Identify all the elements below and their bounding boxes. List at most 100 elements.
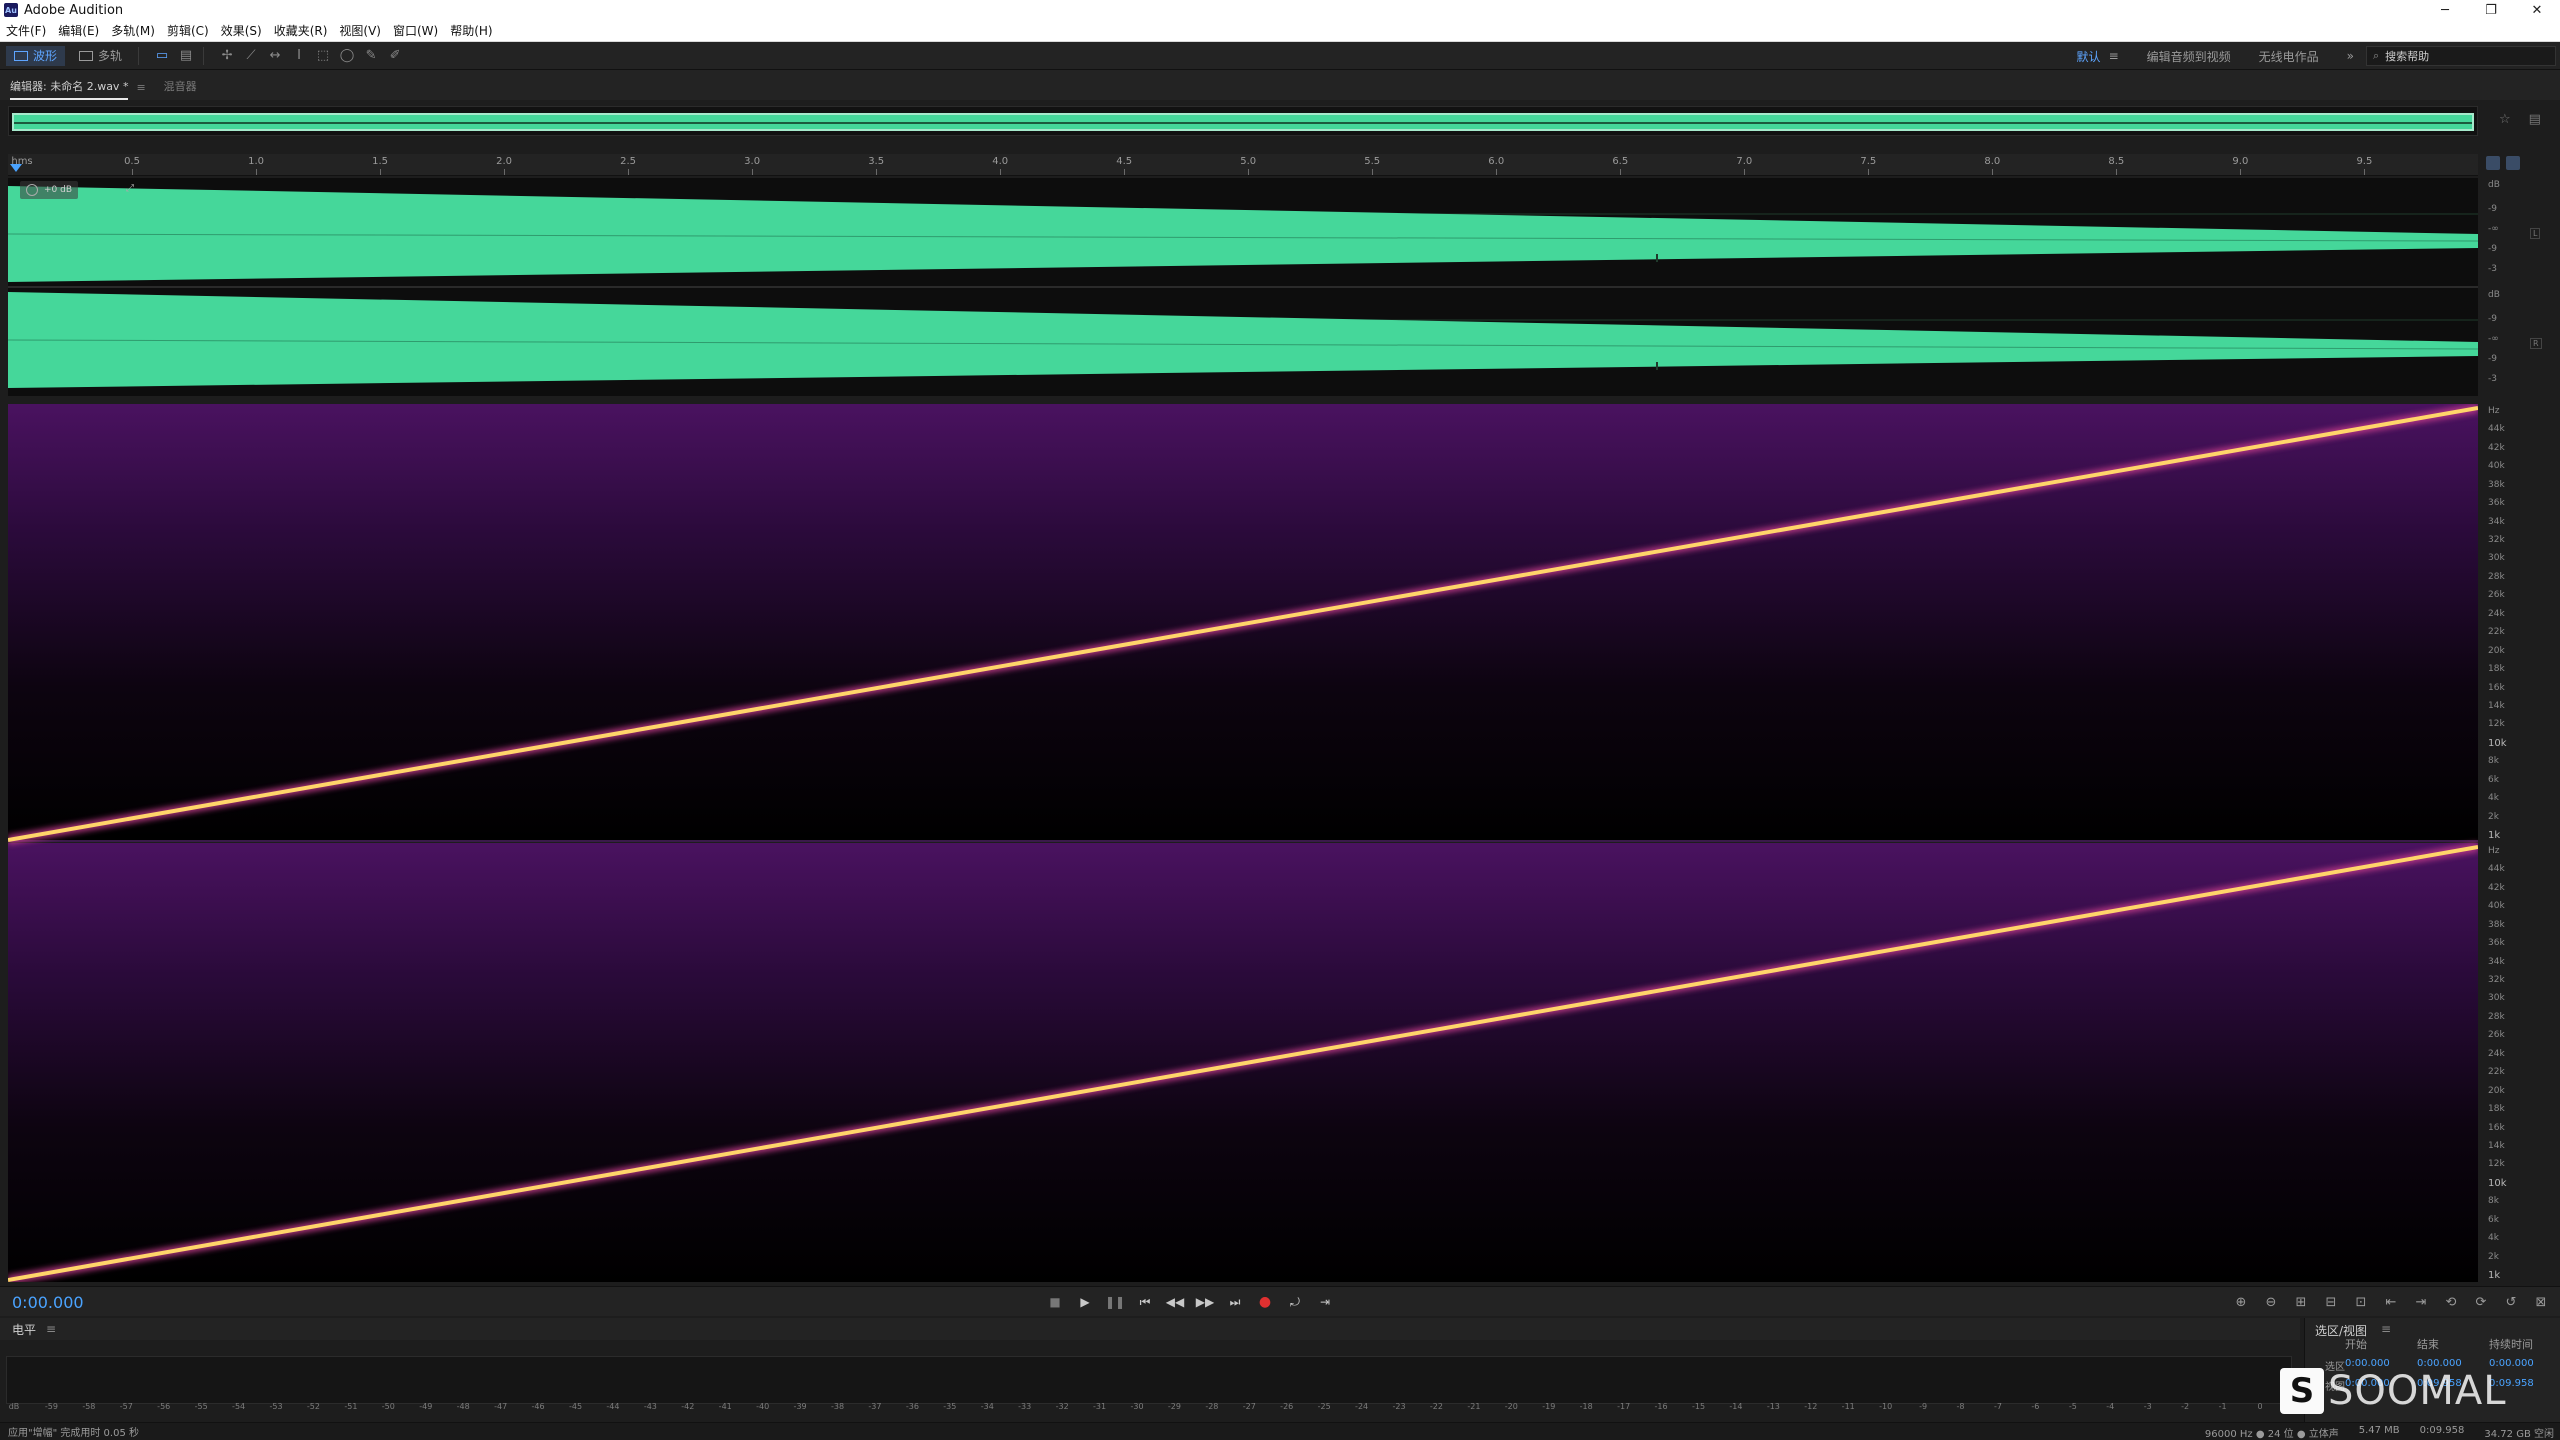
- ruler-tick-label: 4.5: [1116, 156, 1133, 167]
- spot-healing-tool-icon[interactable]: ✐: [386, 47, 404, 65]
- zoom-out-time-icon[interactable]: ⊟: [2322, 1293, 2340, 1311]
- levels-title[interactable]: 电平: [12, 1321, 36, 1338]
- level-scale-label: -34: [980, 1402, 994, 1411]
- current-time-display[interactable]: 0:00.000: [12, 1293, 84, 1312]
- zoom-out-point-icon[interactable]: ⇥: [2412, 1293, 2430, 1311]
- hz-label: 12k: [2488, 1159, 2505, 1170]
- rewind-button[interactable]: ◀◀: [1166, 1293, 1184, 1311]
- menu-clip[interactable]: 剪辑(C): [167, 22, 209, 39]
- zoom-in-time-icon[interactable]: ⊞: [2292, 1293, 2310, 1311]
- channel-right-badge[interactable]: R: [2530, 338, 2542, 349]
- restore-icon[interactable]: ❐: [2468, 0, 2514, 20]
- menu-window[interactable]: 窗口(W): [393, 22, 438, 39]
- menu-edit[interactable]: 编辑(E): [58, 22, 99, 39]
- record-button[interactable]: ●: [1256, 1293, 1274, 1311]
- play-button[interactable]: ▶: [1076, 1293, 1094, 1311]
- waveform-display[interactable]: [8, 178, 2478, 396]
- lasso-tool-icon[interactable]: ◯: [338, 47, 356, 65]
- pin-icon[interactable]: [2506, 156, 2520, 170]
- time-selection-tool-icon[interactable]: I: [290, 47, 308, 65]
- ruler-controls: [2486, 156, 2526, 174]
- stop-button[interactable]: ■: [1046, 1293, 1064, 1311]
- ruler-tick-label: 2.0: [496, 156, 513, 167]
- marquee-tool-icon[interactable]: ⬚: [314, 47, 332, 65]
- zoom-left-edge-icon[interactable]: ⟳: [2472, 1293, 2490, 1311]
- menu-file[interactable]: 文件(F): [6, 22, 46, 39]
- menu-effects[interactable]: 效果(S): [221, 22, 262, 39]
- menu-help[interactable]: 帮助(H): [450, 22, 492, 39]
- search-help-input[interactable]: ⌕ 搜索帮助: [2366, 46, 2556, 66]
- zoom-right-edge-icon[interactable]: ↺: [2502, 1293, 2520, 1311]
- hud-pin-icon[interactable]: ⤢: [126, 183, 134, 194]
- ruler-tick-label: 9.0: [2232, 156, 2249, 167]
- col-start-header: 开始: [2345, 1338, 2367, 1351]
- level-scale-label: -13: [1766, 1402, 1780, 1411]
- timeline-ruler[interactable]: hms 0.5 1.0 1.5 2.0 2.5 3.0 3.5 4.0 4.5 5.0 5.5 6.0…: [8, 154, 2478, 176]
- levels-menu-icon[interactable]: ≡: [46, 1322, 56, 1336]
- loop-playback-button[interactable]: ⤾: [1286, 1293, 1304, 1311]
- zoom-full-icon[interactable]: ⊡: [2352, 1293, 2370, 1311]
- workspace-overflow-icon[interactable]: »: [2347, 49, 2354, 63]
- zoom-reset-icon[interactable]: ☆: [2499, 112, 2511, 132]
- spectral-frequency-display[interactable]: [8, 404, 2478, 1282]
- minimize-icon[interactable]: ─: [2422, 0, 2468, 20]
- pause-button[interactable]: ❚❚: [1105, 1293, 1125, 1311]
- waveform-mode-label: 波形: [33, 49, 58, 63]
- menu-multitrack[interactable]: 多轨(M): [111, 22, 155, 39]
- ruler-tick-mark: [2364, 169, 2366, 175]
- workspace-edit-audio-to-video[interactable]: 编辑音频到视频: [2147, 48, 2231, 65]
- hz-label: 6k: [2488, 774, 2499, 785]
- level-meter-scale: dB -59 -58 -57 -56 -55 -54 -53 -52 -51 -50 -49 -48 -4…: [6, 1402, 2292, 1416]
- status-bar: 应用"增幅" 完成用时 0.05 秒 96000 Hz ● 24 位 ● 立体声…: [0, 1422, 2560, 1440]
- menu-favorites[interactable]: 收藏夹(R): [274, 22, 328, 39]
- db-label: -3: [2488, 374, 2497, 384]
- tab-editor[interactable]: 编辑器: 未命名 2.wav *: [0, 78, 136, 100]
- move-tool-icon[interactable]: ✢: [218, 47, 236, 65]
- workspace-menu-icon[interactable]: ≡: [2109, 49, 2119, 63]
- db-label: -∞: [2488, 224, 2499, 234]
- channel-left-badge[interactable]: L: [2530, 228, 2541, 239]
- razor-tool-icon[interactable]: ⟋: [242, 47, 260, 65]
- zoom-in-amplitude-icon[interactable]: ⊕: [2232, 1293, 2250, 1311]
- zoom-out-amplitude-icon[interactable]: ⊖: [2262, 1293, 2280, 1311]
- brush-tool-icon[interactable]: ✎: [362, 47, 380, 65]
- hz-label: 24k: [2488, 1048, 2505, 1059]
- selection-view-menu-icon[interactable]: ≡: [2381, 1322, 2391, 1336]
- panel-options-icon[interactable]: ▤: [2529, 112, 2541, 132]
- overview-visible-range[interactable]: [12, 113, 2474, 131]
- go-to-end-button[interactable]: ⏭: [1226, 1293, 1244, 1311]
- playhead-marker[interactable]: [10, 164, 22, 172]
- waveform-view-icon[interactable]: ▭: [153, 47, 171, 65]
- hz-label: 34k: [2488, 516, 2505, 527]
- workspace-radio-production[interactable]: 无线电作品: [2259, 48, 2319, 65]
- spectral-view-icon[interactable]: ▤: [177, 47, 195, 65]
- skip-selection-button[interactable]: ⇥: [1316, 1293, 1334, 1311]
- hz-label: 36k: [2488, 498, 2505, 509]
- search-help-placeholder: 搜索帮助: [2385, 50, 2430, 63]
- close-icon[interactable]: ✕: [2514, 0, 2560, 20]
- heads-up-volume-display[interactable]: +0 dB: [20, 181, 79, 199]
- snap-icon[interactable]: [2486, 156, 2500, 170]
- zoom-reset-all-icon[interactable]: ⊠: [2532, 1293, 2550, 1311]
- hz-label: 1k: [2488, 830, 2501, 841]
- workspace-default[interactable]: 默认: [2077, 48, 2101, 65]
- ruler-tick-mark: [132, 169, 134, 175]
- ruler-tick-label: 4.0: [992, 156, 1009, 167]
- tab-mixer[interactable]: 混音器: [154, 78, 205, 100]
- zoom-selection-icon[interactable]: ⟲: [2442, 1293, 2460, 1311]
- level-scale-label: dB: [8, 1402, 20, 1411]
- fast-forward-button[interactable]: ▶▶: [1196, 1293, 1214, 1311]
- multitrack-mode-button[interactable]: 多轨: [71, 46, 130, 66]
- go-to-start-button[interactable]: ⏮: [1136, 1293, 1154, 1311]
- tab-editor-menu-icon[interactable]: ≡: [136, 81, 153, 100]
- level-scale-label: -47: [494, 1402, 508, 1411]
- zoom-in-point-icon[interactable]: ⇤: [2382, 1293, 2400, 1311]
- level-scale-label: 0: [2257, 1402, 2263, 1411]
- overview-navigator[interactable]: [8, 106, 2478, 136]
- waveform-mode-button[interactable]: 波形: [6, 45, 66, 66]
- hz-label: 14k: [2488, 1140, 2505, 1151]
- slip-tool-icon[interactable]: ↔: [266, 47, 284, 65]
- db-label: -∞: [2488, 334, 2499, 344]
- menu-view[interactable]: 视图(V): [339, 22, 381, 39]
- volume-knob-icon[interactable]: [26, 184, 38, 196]
